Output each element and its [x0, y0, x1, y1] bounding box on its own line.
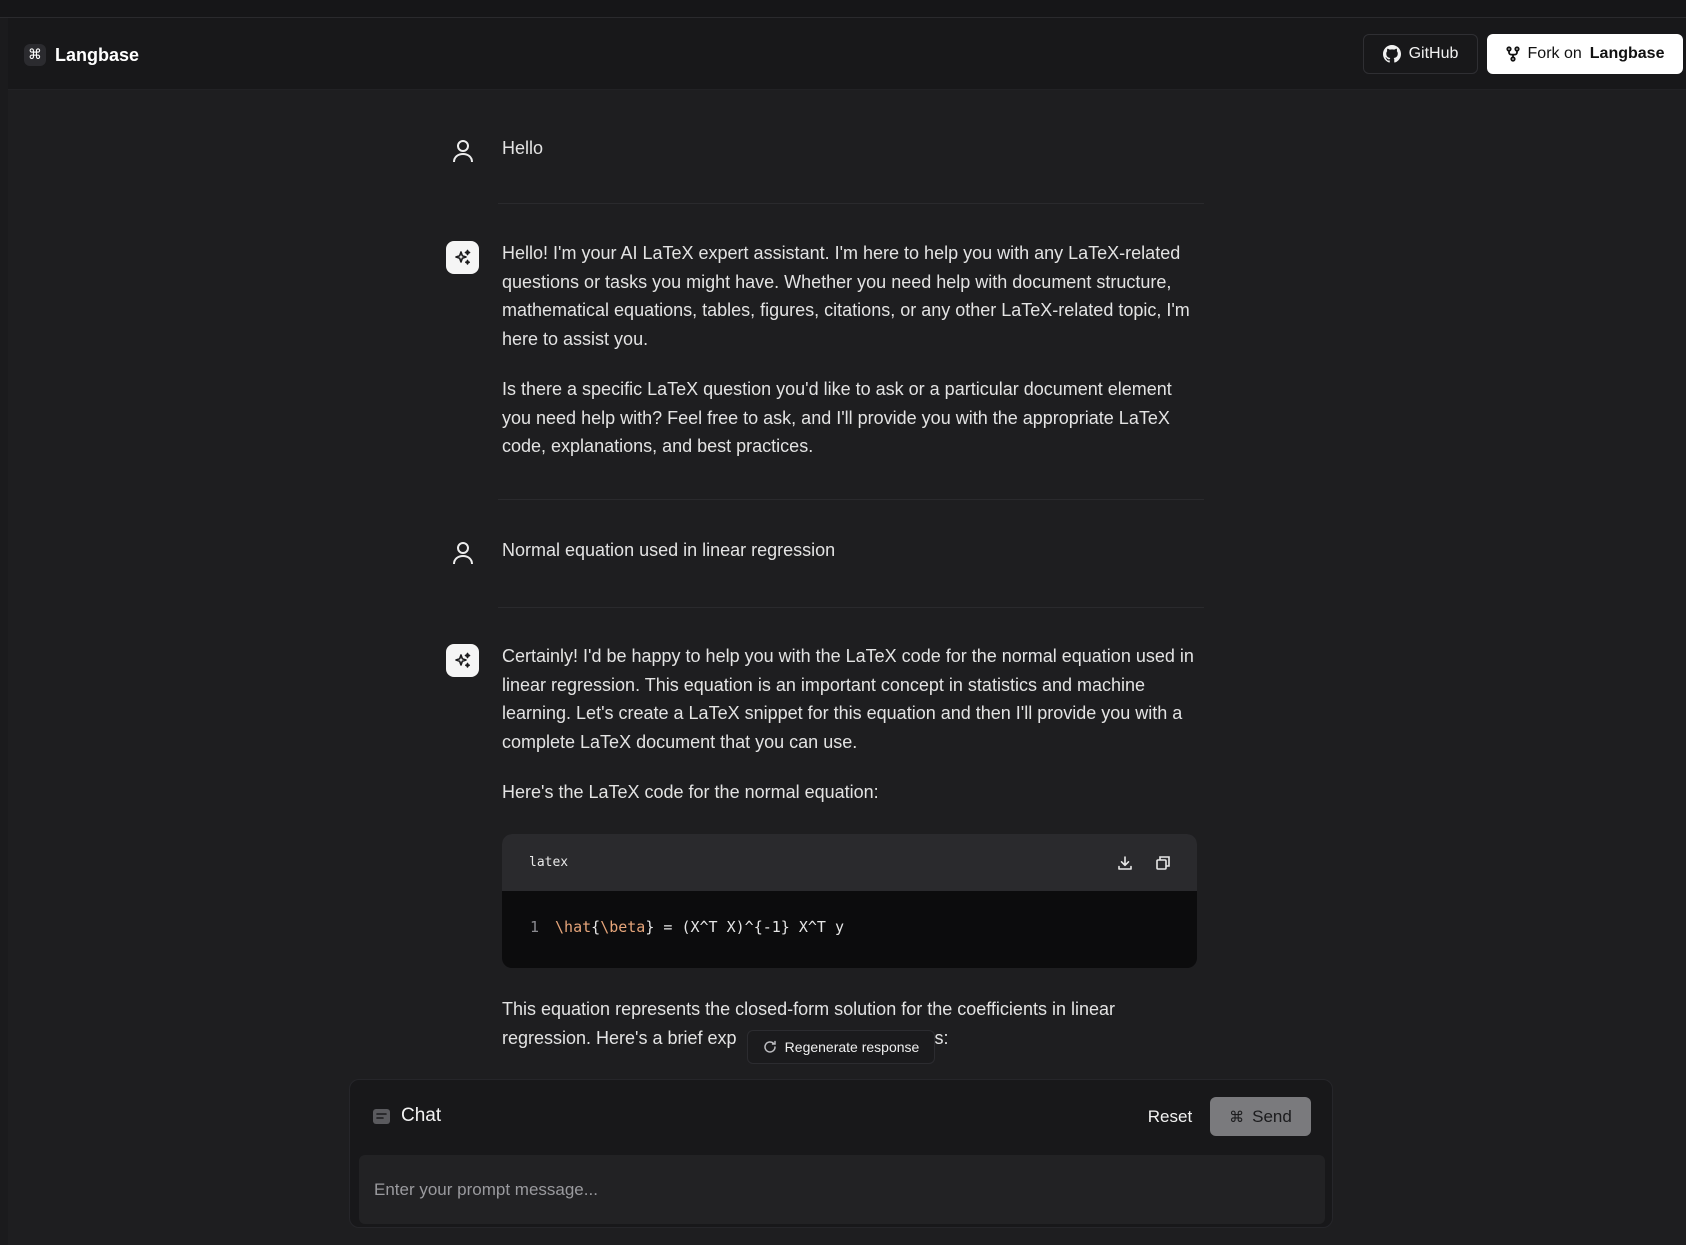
message-divider — [498, 499, 1204, 500]
command-icon: ⌘ — [24, 44, 46, 66]
fork-prefix: Fork on — [1527, 45, 1582, 62]
app-header: ⌘ Langbase GitHub Fork on Langbase — [8, 18, 1686, 90]
chat-composer: Chat Reset ⌘ Send — [349, 1079, 1333, 1228]
command-icon: ⌘ — [1229, 1107, 1245, 1126]
fork-icon — [1505, 46, 1520, 62]
user-message: Normal equation used in linear regressio… — [446, 536, 1206, 576]
composer-title: Chat — [372, 1105, 441, 1127]
message-text: Hello — [502, 138, 544, 158]
message-paragraph: Hello! I'm your AI LaTeX expert assistan… — [502, 243, 1190, 349]
fork-brand: Langbase — [1589, 45, 1665, 62]
user-avatar — [446, 134, 479, 167]
sparkles-icon — [454, 249, 470, 265]
user-icon — [452, 541, 473, 564]
brand-name: Langbase — [55, 44, 140, 65]
copy-icon[interactable] — [1155, 855, 1171, 871]
code-line: 1 \hat{\beta} = (X^T X)^{-1} X^T y — [502, 891, 1197, 936]
code-block-header: latex — [502, 834, 1197, 891]
ai-avatar — [446, 644, 479, 677]
send-label: Send — [1252, 1106, 1292, 1126]
composer-title-label: Chat — [401, 1105, 442, 1126]
window-top-strip — [0, 0, 1686, 18]
send-button[interactable]: ⌘ Send — [1210, 1097, 1311, 1136]
github-icon — [1382, 45, 1401, 63]
message-paragraph: Here's the LaTeX code for the normal equ… — [502, 782, 879, 802]
message-text: Normal equation used in linear regressio… — [502, 540, 836, 560]
github-label: GitHub — [1408, 45, 1459, 62]
line-number: 1 — [530, 918, 540, 936]
code-language: latex — [529, 855, 569, 870]
user-icon — [452, 139, 473, 162]
regenerate-button[interactable]: Regenerate response — [747, 1030, 935, 1064]
message-divider — [498, 607, 1204, 608]
message-content: Certainly! I'd be happy to help you with… — [502, 642, 1202, 829]
prompt-input[interactable] — [359, 1155, 1325, 1224]
brand[interactable]: ⌘ Langbase — [24, 41, 139, 69]
message-paragraph: Is there a specific LaTeX question you'd… — [502, 379, 1172, 456]
user-avatar — [446, 536, 479, 569]
chat-icon — [373, 1108, 390, 1124]
sparkles-icon — [454, 652, 470, 668]
download-icon[interactable] — [1117, 855, 1133, 871]
message-divider — [498, 203, 1204, 204]
user-message: Hello — [446, 134, 1206, 174]
code-text: \hat{\beta} = (X^T X)^{-1} X^T y — [555, 918, 845, 936]
message-paragraph: Certainly! I'd be happy to help you with… — [502, 646, 1194, 752]
regenerate-label: Regenerate response — [784, 1039, 920, 1055]
message-content: Hello! I'm your AI LaTeX expert assistan… — [502, 239, 1202, 483]
fork-button[interactable]: Fork on Langbase — [1487, 34, 1683, 74]
code-block: latex 1 \hat{\beta} = (X^T X)^{-1} X^T y — [502, 834, 1197, 968]
ai-avatar — [446, 241, 479, 274]
assistant-message: Hello! I'm your AI LaTeX expert assistan… — [446, 241, 1206, 481]
refresh-icon — [763, 1040, 776, 1053]
reset-button[interactable]: Reset — [1134, 1098, 1206, 1136]
github-button[interactable]: GitHub — [1363, 34, 1478, 74]
